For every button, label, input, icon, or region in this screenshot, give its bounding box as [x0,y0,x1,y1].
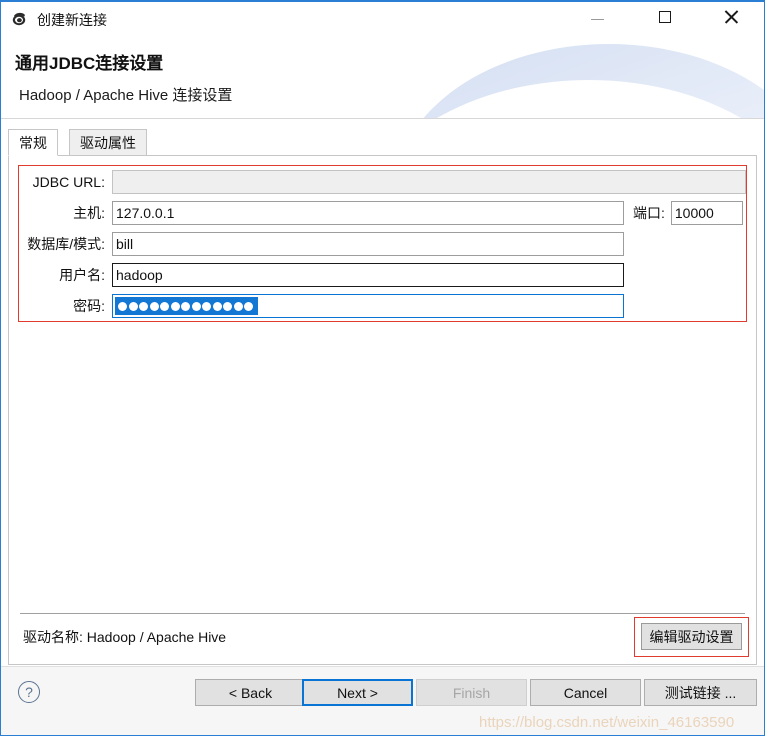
row-password: 密码: [19,294,746,318]
back-button[interactable]: < Back [195,679,306,706]
row-database: 数据库/模式: bill [19,232,746,256]
dialog-button-bar: ? < Back Next > Finish Cancel 测试链接 ... [1,666,764,735]
password-dot [181,301,190,311]
password-dot [170,301,180,311]
password-dot [233,301,243,311]
password-dot [118,301,127,311]
page-title: 通用JDBC连接设置 [15,54,164,73]
row-username: 用户名: hadoop [19,263,746,287]
password-dot [160,301,169,311]
dialog-header: 通用JDBC连接设置 Hadoop / Apache Hive 连接设置 [1,40,764,119]
username-label: 用户名: [59,267,105,283]
edit-driver-settings-button[interactable]: 编辑驱动设置 [641,623,742,650]
maximize-button[interactable] [642,2,688,32]
password-dot [139,301,148,311]
password-dot [223,301,232,311]
cancel-button[interactable]: Cancel [530,679,641,706]
database-label: 数据库/模式: [27,236,105,252]
title-bar-left: 创建新连接 [11,10,107,30]
password-dot [244,301,253,311]
database-input[interactable]: bill [112,232,624,256]
password-dot [191,301,201,311]
tab-general[interactable]: 常规 [8,129,58,156]
create-connection-dialog: 创建新连接 通用JDBC连接设置 Hadoop / Apache Hive 连接… [0,0,765,736]
host-input[interactable]: 127.0.0.1 [112,201,624,225]
jdbc-url-input[interactable] [112,170,746,194]
connection-form: JDBC URL: 主机: 127.0.0.1 端口: 10000 数据库/模式… [19,170,746,325]
tab-strip: 常规 驱动属性 [8,129,757,156]
next-button[interactable]: Next > [302,679,413,706]
help-icon[interactable]: ? [18,681,40,703]
tab-driver-properties-label: 驱动属性 [80,134,136,151]
password-dot [212,301,222,311]
port-input[interactable]: 10000 [670,201,743,225]
close-icon [723,9,739,25]
maximize-icon [659,11,671,23]
username-input[interactable]: hadoop [112,263,624,287]
minimize-button[interactable] [574,2,620,32]
password-dot [149,301,159,311]
driver-name-text: 驱动名称: Hadoop / Apache Hive [23,629,227,645]
dbeaver-icon [11,11,29,29]
row-host-port: 主机: 127.0.0.1 端口: 10000 [19,201,746,225]
host-label: 主机: [73,205,105,221]
title-bar: 创建新连接 [1,2,764,40]
password-label: 密码: [73,298,105,314]
password-input[interactable] [112,294,624,318]
password-masked-value [115,297,258,315]
finish-button: Finish [416,679,527,706]
minimize-icon [590,19,604,20]
test-connection-button[interactable]: 测试链接 ... [644,679,757,706]
close-button[interactable] [708,2,754,32]
window-title: 创建新连接 [37,12,107,28]
page-subtitle: Hadoop / Apache Hive 连接设置 [19,87,233,104]
row-jdbc-url: JDBC URL: [19,170,746,194]
tab-general-label: 常规 [19,134,47,151]
jdbc-url-label: JDBC URL: [32,174,105,190]
driver-separator [20,613,745,614]
password-dot [128,301,138,311]
tab-driver-properties[interactable]: 驱动属性 [69,129,147,156]
settings-panel: JDBC URL: 主机: 127.0.0.1 端口: 10000 数据库/模式… [8,155,757,665]
port-label: 端口: [633,205,665,221]
header-text-group: 通用JDBC连接设置 Hadoop / Apache Hive 连接设置 [15,49,232,105]
password-dot [202,301,211,311]
